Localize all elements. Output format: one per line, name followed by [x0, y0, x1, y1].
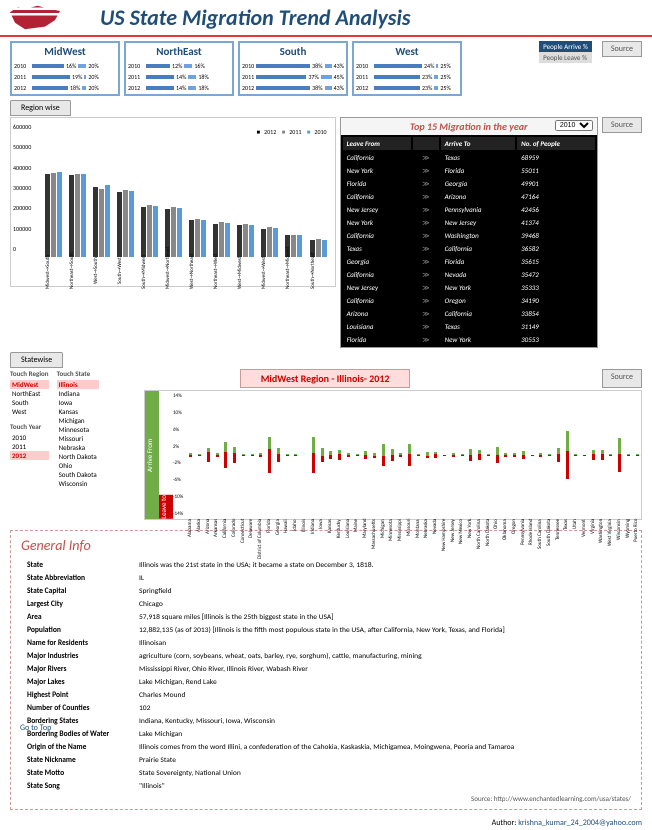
table-row[interactable]: California≫Texas68959 — [343, 152, 595, 163]
legend: People Arrive % People Leave % — [539, 41, 592, 63]
goto-top-link[interactable]: Go to Top — [20, 723, 51, 733]
us-flag-icon — [10, 5, 60, 31]
illinois-chart: Arrive From Leave to 14%10%6%2%-2%-6%-10… — [144, 390, 642, 520]
table-row[interactable]: Texas≫California36582 — [343, 243, 595, 254]
source-button-2[interactable]: Source — [602, 117, 642, 133]
list-item[interactable]: South — [10, 398, 49, 407]
source-button-3[interactable]: Source — [602, 369, 642, 388]
list-item[interactable]: Ohio — [57, 461, 99, 470]
page-title: US State Migration Trend Analysis — [100, 4, 411, 31]
list-item[interactable]: Iowa — [57, 398, 99, 407]
region-card-West[interactable]: West201024%25%201123%25%201223%25% — [352, 41, 462, 96]
table-row[interactable]: Georgia≫Florida35615 — [343, 256, 595, 267]
table-row[interactable]: Louisiana≫Texas31149 — [343, 321, 595, 332]
list-item[interactable]: Wisconsin — [57, 479, 99, 488]
author-link[interactable]: krishna_kumar_24_2004@yahoo.com — [518, 818, 642, 828]
table-row[interactable]: New Jersey≫Pennsylvania42456 — [343, 204, 595, 215]
table-row[interactable]: California≫Washington39468 — [343, 230, 595, 241]
table-row[interactable]: California≫Arizona47164 — [343, 191, 595, 202]
list-item[interactable]: Illinois — [57, 380, 99, 389]
tab-regionwise[interactable]: Region wise — [10, 100, 71, 116]
year-select[interactable]: 2010 — [555, 120, 593, 131]
region-card-South[interactable]: South201038%43%201137%45%201238%43% — [238, 41, 348, 96]
table-row[interactable]: California≫Nevada35472 — [343, 269, 595, 280]
list-item[interactable]: 2010 — [10, 433, 49, 442]
selectors: Touch RegionMidWestNorthEastSouthWest To… — [10, 369, 140, 488]
tab-statewise[interactable]: Statewise — [10, 352, 63, 368]
source-button[interactable]: Source — [602, 41, 642, 57]
table-row[interactable]: New York≫New Jersey41374 — [343, 217, 595, 228]
list-item[interactable]: North Dakota — [57, 452, 99, 461]
region-card-MidWest[interactable]: MidWest201016%20%201119%20%201218%20% — [10, 41, 120, 96]
table-row[interactable]: New York≫Florida55011 — [343, 165, 595, 176]
list-item[interactable]: Missouri — [57, 434, 99, 443]
list-item[interactable]: Nebraska — [57, 443, 99, 452]
list-item[interactable]: 2012 — [10, 451, 49, 460]
list-item[interactable]: South Dakota — [57, 470, 99, 479]
list-item[interactable]: Indiana — [57, 389, 99, 398]
table-row[interactable]: New Jersey≫New York35333 — [343, 282, 595, 293]
list-item[interactable]: Minnesota — [57, 425, 99, 434]
table-row[interactable]: California≫Oregon34190 — [343, 295, 595, 306]
list-item[interactable]: Kansas — [57, 407, 99, 416]
region-chart: ■2012 ■2011 ■2010 6000005000004000003000… — [10, 117, 336, 287]
illinois-title: MidWest Region - Illinois- 2012 — [240, 369, 411, 388]
list-item[interactable]: West — [10, 407, 49, 416]
list-item[interactable]: Michigan — [57, 416, 99, 425]
top15-panel: Top 15 Migration in the year 2010 Leave … — [340, 117, 598, 348]
general-info: General Info StateIllinois was the 21st … — [10, 530, 642, 810]
list-item[interactable]: NorthEast — [10, 389, 49, 398]
table-row[interactable]: Arizona≫California33854 — [343, 308, 595, 319]
list-item[interactable]: MidWest — [10, 380, 49, 389]
table-row[interactable]: Florida≫Georgia49901 — [343, 178, 595, 189]
table-row[interactable]: Florida≫New York30553 — [343, 334, 595, 345]
region-card-NorthEast[interactable]: NorthEast201012%16%201114%18%201214%18% — [124, 41, 234, 96]
list-item[interactable]: 2011 — [10, 442, 49, 451]
